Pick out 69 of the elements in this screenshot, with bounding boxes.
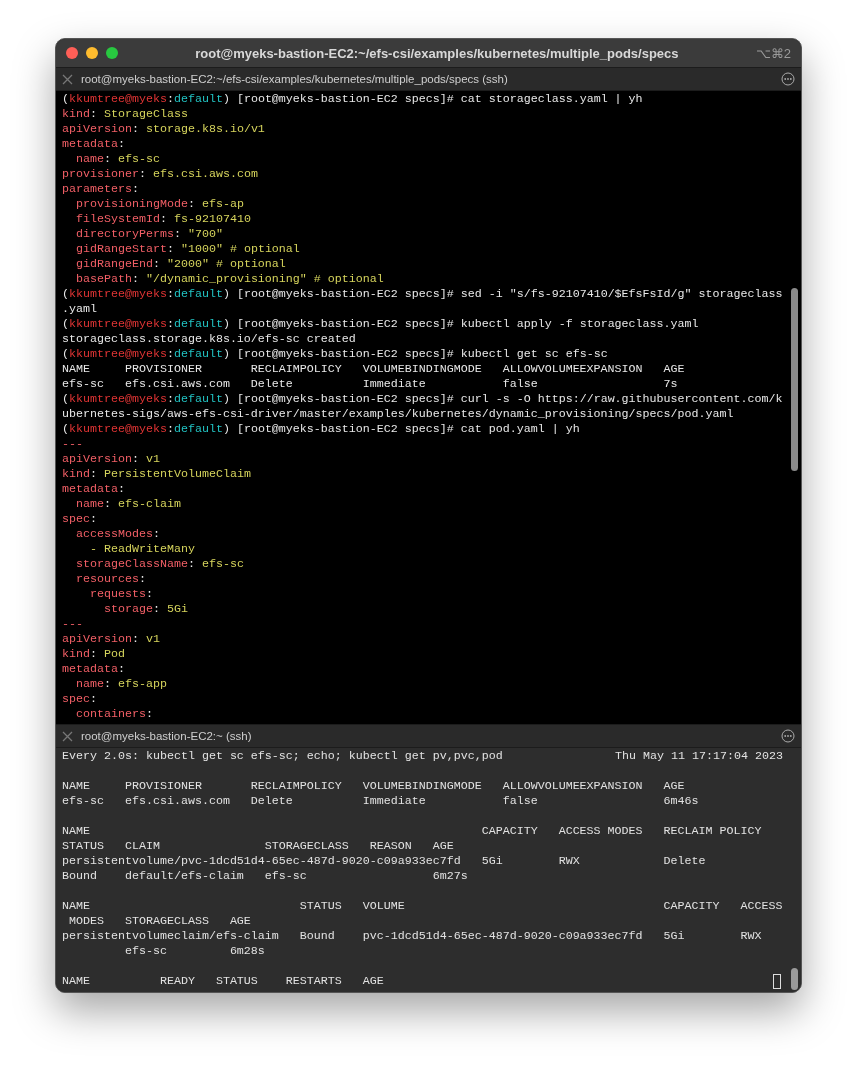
terminal-line: name: efs-app <box>75 677 167 692</box>
terminal-line: storageClassName: efs-sc <box>75 557 244 572</box>
terminal-line: persistentvolumeclaim/efs-claim Bound pvc-1dcd51d4-65ec-487d-9020-c09a933ec7fd 5Gi RWX <box>62 929 762 944</box>
terminal-line: resources: <box>75 572 146 587</box>
terminal-line: kind: PersistentVolumeClaim <box>62 467 251 482</box>
terminal-line: storageclass.storage.k8s.io/efs-sc created <box>62 332 356 347</box>
terminal-line: ubernetes-sigs/aws-efs-csi-driver/master/examples/kubernetes/dynamic_provisioning/specs/pod.yaml <box>62 407 734 422</box>
tab-title[interactable]: root@myeks-bastion-EC2:~ (ssh) <box>81 730 773 742</box>
terminal-line: (kkumtree@myeks:default) [root@myeks-bastion-EC2 specs]# curl -s -O https://raw.githubusercontent.com/k <box>62 392 783 407</box>
terminal-line: apiVersion: storage.k8s.io/v1 <box>62 122 265 137</box>
terminal-line: spec: <box>62 512 97 527</box>
terminal-line: metadata: <box>62 137 125 152</box>
terminal-line: gidRangeEnd: "2000" # optional <box>75 257 286 272</box>
terminal-line: --- <box>62 437 83 452</box>
terminal-line: directoryPerms: "700" <box>75 227 223 242</box>
close-icon[interactable] <box>62 730 73 742</box>
terminal-line: name: efs-claim <box>75 497 181 512</box>
terminal-line: (kkumtree@myeks:default) [root@myeks-bastion-EC2 specs]# kubectl get sc efs-sc <box>62 347 608 362</box>
terminal-line: kind: Pod <box>62 647 125 662</box>
terminal-line: provisioningMode: efs-ap <box>75 197 244 212</box>
terminal-line: (kkumtree@myeks:default) [root@myeks-bastion-EC2 specs]# cat pod.yaml | yh <box>62 422 580 437</box>
terminal-line: apiVersion: v1 <box>62 452 160 467</box>
terminal-line: basePath: "/dynamic_provisioning" # optional <box>75 272 384 287</box>
window-title: root@myeks-bastion-EC2:~/efs-csi/examples/kubernetes/multiple_pods/specs <box>194 45 680 61</box>
terminal-line: provisioner: efs.csi.aws.com <box>62 167 258 182</box>
minimize-button[interactable] <box>86 47 98 59</box>
terminal-line: Bound default/efs-claim efs-sc 6m27s <box>62 869 468 884</box>
terminal-line: NAME READY STATUS RESTARTS AGE <box>62 974 384 989</box>
terminal-line: fileSystemId: fs-92107410 <box>75 212 251 227</box>
watch-command: Every 2.0s: kubectl get sc efs-sc; echo; kubectl get pv,pvc,pod <box>62 749 503 764</box>
more-options-icon[interactable] <box>781 729 795 743</box>
terminal-line: kind: StorageClass <box>62 107 188 122</box>
terminal-line: (kkumtree@myeks:default) [root@myeks-bastion-EC2 specs]# cat storageclass.yaml | yh <box>62 92 643 107</box>
terminal-line: metadata: <box>62 482 125 497</box>
terminal-line: (kkumtree@myeks:default) [root@myeks-bastion-EC2 specs]# kubectl apply -f storageclass.yaml <box>62 317 699 332</box>
scrollbar-thumb[interactable] <box>791 288 798 471</box>
terminal-line: MODES STORAGECLASS AGE <box>68 914 251 929</box>
terminal-line: efs-sc efs.csi.aws.com Delete Immediate false 7s <box>62 377 678 392</box>
terminal-line: NAME PROVISIONER RECLAIMPOLICY VOLUMEBINDINGMODE ALLOWVOLUMEEXPANSION AGE <box>62 362 685 377</box>
tab-title[interactable]: root@myeks-bastion-EC2:~/efs-csi/examples/kubernetes/multiple_pods/specs (ssh) <box>81 73 773 85</box>
terminal-line: gidRangeStart: "1000" # optional <box>75 242 300 257</box>
terminal-line: NAME STATUS VOLUME CAPACITY ACCESS <box>62 899 783 914</box>
close-icon[interactable] <box>62 73 73 85</box>
terminal-line: requests: <box>88 587 153 602</box>
terminal-line: parameters: <box>62 182 139 197</box>
terminal-line: STATUS CLAIM STORAGECLASS REASON AGE <box>62 839 454 854</box>
more-options-icon[interactable] <box>781 72 795 86</box>
terminal-line: (kkumtree@myeks:default) [root@myeks-bastion-EC2 specs]# sed -i "s/fs-92107410/$EfsFsId/g" storageclass <box>62 287 783 302</box>
timestamp: Thu May 11 17:17:04 2023 <box>615 749 783 764</box>
close-button[interactable] <box>66 47 78 59</box>
terminal-line: metadata: <box>62 662 125 677</box>
scrollbar-thumb[interactable] <box>791 968 798 990</box>
terminal-line: storage: 5Gi <box>102 602 188 617</box>
terminal-line: spec: <box>62 692 97 707</box>
terminal-line: --- <box>62 617 83 632</box>
zoom-button[interactable] <box>106 47 118 59</box>
terminal-line: .yaml <box>62 302 97 317</box>
terminal-line: NAME PROVISIONER RECLAIMPOLICY VOLUMEBINDINGMODE ALLOWVOLUMEEXPANSION AGE <box>62 779 685 794</box>
terminal-line: - ReadWriteMany <box>88 542 195 557</box>
terminal-line: NAME CAPACITY ACCESS MODES RECLAIM POLICY <box>62 824 762 839</box>
terminal-line: efs-sc 6m28s <box>123 944 265 959</box>
terminal-line: apiVersion: v1 <box>62 632 160 647</box>
terminal-line: efs-sc efs.csi.aws.com Delete Immediate false 6m46s <box>62 794 699 809</box>
terminal-line: persistentvolume/pvc-1dcd51d4-65ec-487d-9020-c09a933ec7fd 5Gi RWX Delete <box>62 854 706 869</box>
text-cursor <box>773 974 781 989</box>
terminal-line: accessModes: <box>75 527 160 542</box>
terminal-line: containers: <box>75 707 153 722</box>
terminal-line: name: efs-sc <box>75 152 160 167</box>
shortcut-label: ⌥⌘2 <box>755 45 791 61</box>
